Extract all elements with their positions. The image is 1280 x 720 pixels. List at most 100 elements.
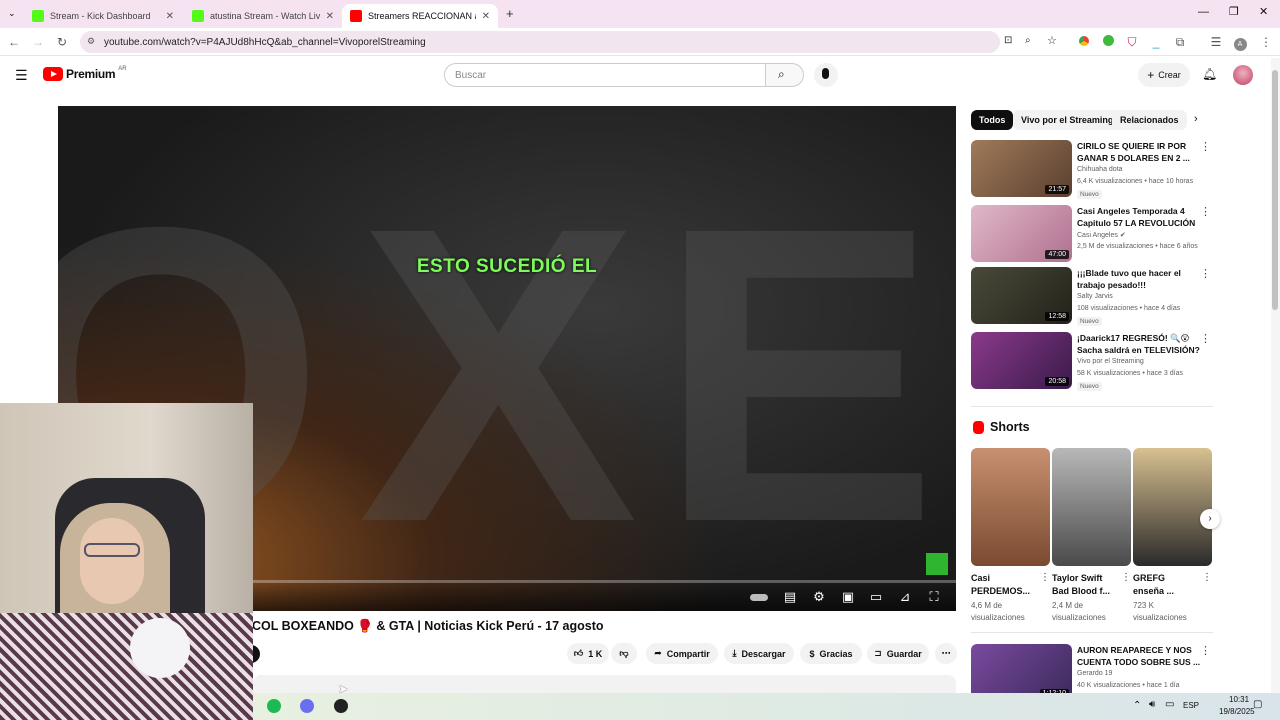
extension-green-icon[interactable]	[1100, 34, 1116, 50]
browser-tab-kick-stream[interactable]: atustina Stream - Watch Live on ✕	[184, 4, 342, 28]
more-vertical-icon[interactable]: ⋮	[1200, 332, 1211, 345]
video-thumbnail[interactable]: 20:58	[971, 332, 1072, 389]
recommendation-item[interactable]: 21:57 CIRILO SE QUIERE IR POR GANAR 5 DO…	[971, 140, 1211, 199]
recommendation-channel[interactable]: Chihuaha dota	[1077, 166, 1123, 173]
obs-icon[interactable]	[334, 699, 348, 713]
forward-icon[interactable]: →	[30, 34, 46, 50]
cast-icon[interactable]: ⊿	[897, 590, 913, 604]
miniplayer-icon[interactable]: ▣	[840, 590, 856, 604]
short-title[interactable]: GREFG enseña ...	[1133, 572, 1197, 598]
notifications-bell-icon[interactable]: 🔔︎	[1202, 67, 1217, 81]
shorts-next-arrow-icon[interactable]: ›	[1200, 509, 1220, 529]
restore-window-icon[interactable]: ❐	[1229, 5, 1239, 18]
more-vertical-icon[interactable]: ⋮	[1200, 644, 1211, 657]
chip-relacionados[interactable]: Relacionados	[1112, 110, 1187, 130]
short-thumbnail[interactable]	[1052, 448, 1131, 566]
extensions-puzzle-icon[interactable]: ⧉	[1172, 34, 1188, 50]
page-scrollbar-thumb[interactable]	[1272, 70, 1278, 310]
recommendation-title[interactable]: ¡¡¡Blade tuvo que hacer el trabajo pesad…	[1077, 267, 1203, 291]
recommendation-item[interactable]: 47:00 Casi Angeles Temporada 4 Capitulo …	[971, 205, 1211, 263]
recommendation-item[interactable]: 20:58 ¡Daarick17 REGRESÓ! 🔍😲 Sacha saldr…	[971, 332, 1211, 391]
extension-chrome-icon[interactable]	[1076, 34, 1092, 50]
short-title[interactable]: Taylor Swift Bad Blood f...	[1052, 572, 1116, 598]
theater-mode-icon[interactable]: ▭	[868, 590, 884, 604]
video-thumbnail[interactable]: 21:57	[971, 140, 1072, 197]
browser-tab-youtube[interactable]: Streamers REACCIONAN a V ✕	[342, 4, 498, 28]
autoplay-toggle[interactable]	[749, 590, 769, 604]
recommendation-title[interactable]: CIRILO SE QUIERE IR POR GANAR 5 DOLARES …	[1077, 140, 1203, 164]
description-box[interactable]	[253, 675, 956, 693]
short-item[interactable]: Taylor Swift Bad Blood f... 2,4 M de vis…	[1052, 448, 1131, 624]
search-button[interactable]: ⌕	[766, 63, 804, 87]
chips-next-chevron-icon[interactable]: ›	[1194, 113, 1198, 125]
reading-list-icon[interactable]: ☰	[1208, 34, 1224, 50]
more-vertical-icon[interactable]: ⋮	[1200, 205, 1211, 218]
short-item[interactable]: Casi PERDEMOS... 4,6 M de visualizacione…	[971, 448, 1050, 624]
chip-todos[interactable]: Todos	[971, 110, 1014, 130]
site-info-icon[interactable]: ⚙	[87, 36, 95, 47]
recommendation-item[interactable]: 12:58 ¡¡¡Blade tuvo que hacer el trabajo…	[971, 267, 1211, 326]
create-button[interactable]: + Crear	[1138, 63, 1190, 87]
download-button[interactable]: ⤓ Descargar	[724, 643, 794, 664]
reload-icon[interactable]: ↻	[54, 34, 70, 50]
close-tab-icon[interactable]: ✕	[166, 11, 174, 22]
close-tab-icon[interactable]: ✕	[326, 11, 334, 22]
spotify-icon[interactable]	[267, 699, 281, 713]
minimize-window-icon[interactable]: —	[1198, 6, 1209, 18]
more-vertical-icon[interactable]: ⋮	[1200, 267, 1211, 280]
more-vertical-icon[interactable]: ⋮	[1040, 572, 1050, 583]
more-vertical-icon[interactable]: ⋮	[1202, 572, 1212, 583]
recommendation-channel[interactable]: Vivo por el Streaming	[1077, 358, 1144, 365]
subtitles-icon[interactable]: ▤	[782, 590, 798, 604]
recommendation-channel[interactable]: Casi Angeles ✔	[1077, 231, 1126, 239]
short-item[interactable]: GREFG enseña ... 723 K visualizaciones ⋮	[1133, 448, 1212, 624]
install-icon[interactable]: ⊡	[1004, 35, 1012, 46]
close-tab-icon[interactable]: ✕	[482, 11, 490, 22]
fullscreen-icon[interactable]: ⛶	[926, 590, 942, 604]
discord-icon[interactable]	[300, 699, 314, 713]
zoom-icon[interactable]: ⌕	[1025, 35, 1031, 46]
short-title[interactable]: Casi PERDEMOS...	[971, 572, 1035, 598]
dislike-button[interactable]: 👎︎	[611, 643, 637, 664]
video-thumbnail[interactable]: 47:00	[971, 205, 1072, 262]
more-vertical-icon[interactable]: ⋮	[1200, 140, 1211, 153]
recommendation-channel[interactable]: Gerardo 19	[1077, 670, 1112, 677]
settings-gear-icon[interactable]: ⚙	[811, 590, 827, 604]
tab-list-chevron-icon[interactable]: ⌄	[8, 8, 16, 19]
browser-tab-kick-dashboard[interactable]: Stream - Kick Dashboard ✕	[24, 4, 182, 28]
tray-chevron-icon[interactable]: ⌃	[1133, 700, 1141, 711]
language-indicator[interactable]: ESP	[1183, 701, 1199, 710]
short-thumbnail[interactable]	[1133, 448, 1212, 566]
chip-vivo-por-el-streaming[interactable]: Vivo por el Streaming	[1013, 110, 1122, 130]
close-window-icon[interactable]: ✕	[1259, 5, 1268, 18]
clock-time[interactable]: 10:31	[1229, 695, 1249, 704]
profile-avatar-icon[interactable]: A	[1232, 34, 1248, 51]
hamburger-menu-icon[interactable]: ☰	[15, 67, 28, 84]
browser-menu-icon[interactable]: ⋮	[1258, 34, 1274, 50]
new-tab-icon[interactable]: +	[506, 6, 514, 21]
back-icon[interactable]: ←	[6, 34, 22, 50]
video-thumbnail[interactable]: 12:58	[971, 267, 1072, 324]
extension-dash-icon[interactable]: _	[1148, 34, 1164, 50]
youtube-logo[interactable]: Premium AR	[43, 66, 127, 81]
recommendation-channel[interactable]: Salty Jarvis	[1077, 293, 1113, 300]
save-button[interactable]: ⊐ Guardar	[867, 643, 929, 664]
more-actions-button[interactable]: ⋯	[935, 643, 957, 664]
account-avatar[interactable]	[1233, 65, 1253, 85]
network-icon[interactable]: ▭	[1165, 699, 1174, 710]
notification-center-icon[interactable]: ▢	[1253, 699, 1262, 710]
like-button[interactable]: 👍︎ 1 K	[567, 643, 609, 664]
recommendation-title[interactable]: Casi Angeles Temporada 4 Capitulo 57 LA …	[1077, 205, 1203, 229]
recommendation-title[interactable]: AURON REAPARECE Y NOS CUENTA TODO SOBRE …	[1077, 644, 1203, 668]
share-button[interactable]: ➦ Compartir	[646, 643, 718, 664]
bookmark-star-icon[interactable]: ☆	[1047, 34, 1057, 47]
thanks-button[interactable]: $ Gracias	[800, 643, 862, 664]
clock-date[interactable]: 19/8/2025	[1219, 707, 1255, 716]
extension-ublock-icon[interactable]: ⛉	[1124, 34, 1140, 50]
recommendation-title[interactable]: ¡Daarick17 REGRESÓ! 🔍😲 Sacha saldrá en T…	[1077, 332, 1203, 356]
search-input[interactable]: Buscar	[444, 63, 766, 87]
more-vertical-icon[interactable]: ⋮	[1121, 572, 1131, 583]
address-bar[interactable]: ⚙ youtube.com/watch?v=P4AJUd8hHcQ&ab_cha…	[80, 31, 1057, 53]
volume-icon[interactable]: 🔊︎	[1149, 699, 1155, 710]
voice-search-button[interactable]	[814, 63, 838, 87]
